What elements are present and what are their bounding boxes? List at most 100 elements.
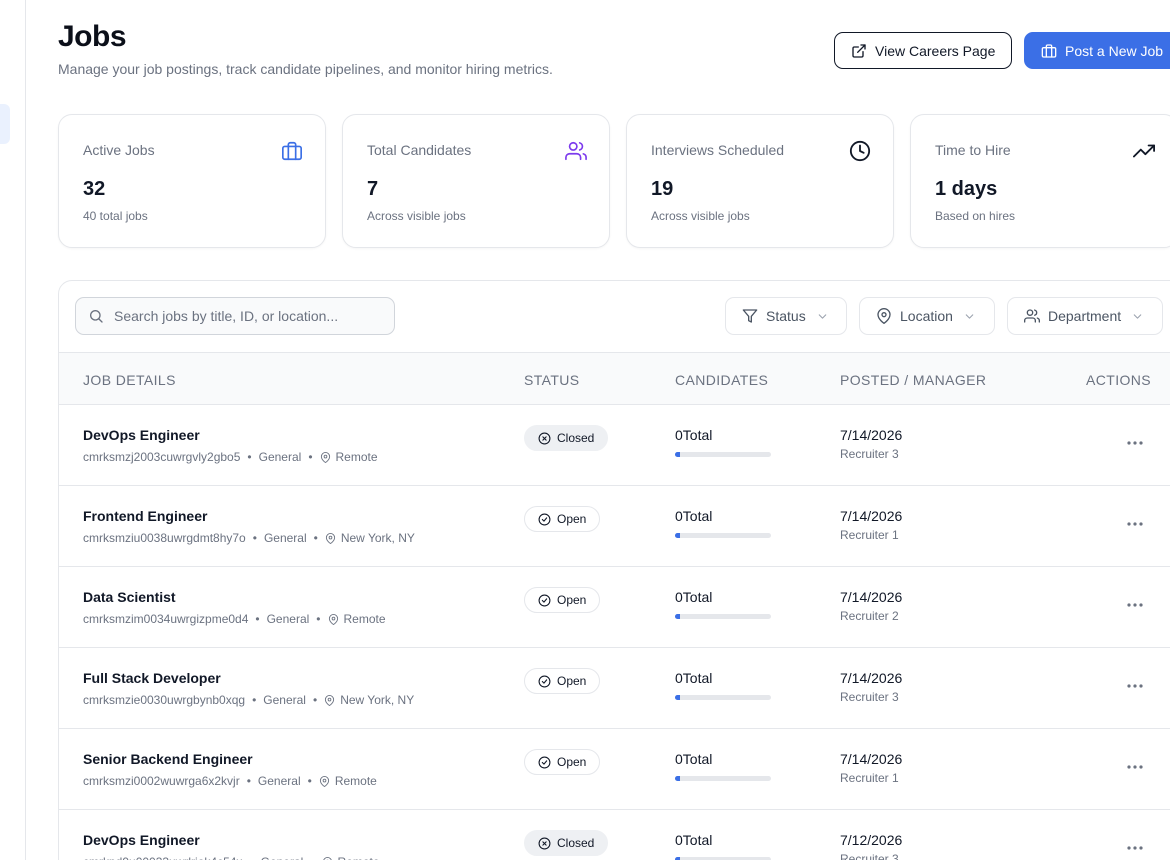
department-filter[interactable]: Department — [1007, 297, 1163, 335]
table-row[interactable]: DevOps Engineer cmrkpd9u00033uwrlriok4c5… — [59, 810, 1170, 860]
x-circle-icon — [538, 432, 551, 444]
stat-value: 1 days — [935, 178, 998, 200]
stat-value: 7 — [367, 178, 379, 200]
stat-label: Interviews Scheduled — [651, 142, 785, 158]
candidates-total: 0Total — [675, 832, 713, 848]
map-pin-icon — [877, 308, 891, 324]
row-actions-button[interactable] — [1123, 433, 1147, 453]
job-location: Remote — [338, 855, 380, 860]
table-header: JOB DETAILS STATUS CANDIDATES POSTED / M… — [59, 352, 1170, 405]
stat-card: Time to Hire 1 days Based on hires — [910, 114, 1170, 248]
candidates-progress-bar — [675, 533, 771, 538]
page-subtitle: Manage your job postings, track candidat… — [58, 61, 553, 77]
status-filter[interactable]: Status — [725, 297, 847, 335]
status-badge: Closed — [524, 425, 609, 451]
posted-date: 7/14/2026 — [840, 589, 903, 605]
department-filter-label: Department — [1048, 308, 1122, 324]
row-actions-button[interactable] — [1123, 838, 1147, 858]
candidates-progress-fill — [675, 452, 680, 457]
status-badge: Closed — [524, 830, 609, 856]
hiring-manager: Recruiter 3 — [840, 690, 899, 704]
job-department: General — [266, 612, 310, 626]
job-location: Remote — [334, 774, 377, 788]
stat-label: Time to Hire — [935, 142, 1011, 158]
trending-up-icon — [1133, 140, 1155, 162]
table-row[interactable]: Data Scientist cmrksmzim0034uwrgizpme0d4… — [59, 567, 1170, 648]
map-pin-icon — [325, 694, 335, 706]
more-horizontal-icon — [1127, 684, 1143, 688]
separator: • — [307, 774, 312, 788]
job-department: General — [263, 531, 307, 545]
x-circle-icon — [538, 837, 551, 849]
briefcase-icon — [1041, 43, 1057, 58]
stat-subtext: Across visible jobs — [367, 209, 466, 223]
table-row[interactable]: Senior Backend Engineer cmrksmzi0002wuwr… — [59, 729, 1170, 810]
table-row[interactable]: DevOps Engineer cmrksmzj2003cuwrgvly2gbo… — [59, 405, 1170, 486]
candidates-progress-fill — [675, 695, 680, 700]
post-new-job-button[interactable]: Post a New Job — [1024, 32, 1170, 69]
posted-date: 7/12/2026 — [840, 832, 903, 848]
row-actions-button[interactable] — [1123, 676, 1147, 696]
table-row[interactable]: Full Stack Developer cmrksmzie0030uwrgby… — [59, 648, 1170, 729]
map-pin-icon — [322, 856, 332, 860]
more-horizontal-icon — [1127, 765, 1143, 769]
job-title[interactable]: DevOps Engineer — [83, 832, 200, 848]
posted-date: 7/14/2026 — [840, 670, 903, 686]
column-header-posted-manager[interactable]: POSTED / MANAGER — [840, 372, 986, 388]
job-meta: cmrksmzj2003cuwrgvly2gbo5 • General • Re… — [83, 450, 378, 464]
sidebar-item-active[interactable] — [0, 104, 10, 144]
location-filter[interactable]: Location — [859, 297, 995, 335]
job-title[interactable]: Frontend Engineer — [83, 508, 207, 524]
job-meta: cmrkpd9u00033uwrlriok4c54x • General • R… — [83, 855, 380, 860]
separator: • — [316, 612, 321, 626]
row-actions-button[interactable] — [1123, 514, 1147, 534]
stat-card: Active Jobs 32 40 total jobs — [58, 114, 326, 248]
map-pin-icon — [328, 613, 338, 625]
job-id: cmrksmzie0030uwrgbynb0xqg — [83, 693, 246, 707]
separator: • — [312, 693, 318, 707]
row-actions-button[interactable] — [1123, 595, 1147, 615]
column-header-job-details[interactable]: JOB DETAILS — [83, 372, 176, 388]
job-location: Remote — [343, 612, 386, 626]
job-title[interactable]: DevOps Engineer — [83, 427, 200, 443]
job-title[interactable]: Senior Backend Engineer — [83, 751, 253, 767]
column-header-candidates[interactable]: CANDIDATES — [675, 372, 768, 388]
candidates-total: 0Total — [675, 589, 713, 605]
hiring-manager: Recruiter 1 — [840, 771, 899, 785]
stat-value: 32 — [83, 178, 106, 200]
posted-date: 7/14/2026 — [840, 508, 903, 524]
status-badge: Open — [524, 749, 601, 775]
stat-card: Interviews Scheduled 19 Across visible j… — [626, 114, 894, 248]
more-horizontal-icon — [1127, 441, 1143, 445]
job-title[interactable]: Full Stack Developer — [83, 670, 221, 686]
briefcase-icon — [281, 140, 303, 162]
filter-icon — [742, 309, 758, 323]
status-label: Open — [557, 755, 587, 769]
job-department: General — [263, 693, 306, 707]
row-actions-button[interactable] — [1123, 757, 1147, 777]
separator: • — [247, 450, 252, 464]
more-horizontal-icon — [1127, 522, 1143, 526]
candidates-progress-fill — [675, 614, 680, 619]
candidates-progress-fill — [675, 533, 680, 538]
map-pin-icon — [319, 775, 329, 787]
search-box[interactable] — [75, 297, 395, 335]
column-header-status[interactable]: STATUS — [524, 372, 580, 388]
check-circle-icon — [538, 594, 551, 606]
external-link-icon — [852, 43, 866, 58]
candidates-total: 0Total — [675, 508, 713, 524]
stat-label: Total Candidates — [367, 142, 472, 158]
status-label: Closed — [557, 431, 595, 445]
job-department: General — [258, 450, 302, 464]
job-title[interactable]: Data Scientist — [83, 589, 176, 605]
check-circle-icon — [538, 675, 551, 687]
candidates-progress-bar — [675, 776, 771, 781]
separator: • — [313, 531, 318, 545]
table-row[interactable]: Frontend Engineer cmrksmziu0038uwrgdmt8h… — [59, 486, 1170, 567]
view-careers-page-button[interactable]: View Careers Page — [834, 32, 1012, 69]
candidates-total: 0Total — [675, 670, 713, 686]
candidates-total: 0Total — [675, 751, 713, 767]
stat-subtext: Across visible jobs — [651, 209, 750, 223]
search-input[interactable] — [114, 308, 374, 324]
map-pin-icon — [325, 532, 335, 544]
